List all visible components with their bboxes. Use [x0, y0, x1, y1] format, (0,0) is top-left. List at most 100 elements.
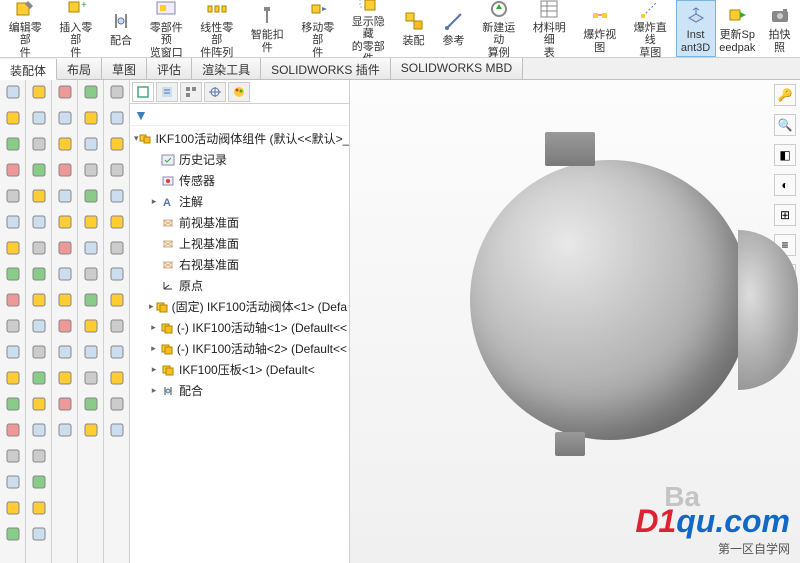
- color-icon[interactable]: ◐: [774, 174, 796, 196]
- tool-icon[interactable]: [81, 342, 101, 362]
- appearance-tab-icon[interactable]: [228, 82, 250, 102]
- tool-icon[interactable]: [81, 238, 101, 258]
- tool-icon[interactable]: [107, 316, 127, 336]
- tree-item[interactable]: ▸(-) IKF100活动轴<1> (Default<<: [130, 317, 349, 338]
- ribbon-explode-line[interactable]: 爆炸直线草图: [625, 0, 676, 57]
- tool-icon[interactable]: [3, 524, 23, 544]
- tree-item[interactable]: 原点: [130, 275, 349, 296]
- tab-渲染工具[interactable]: 渲染工具: [192, 58, 261, 79]
- tool-icon[interactable]: [29, 394, 49, 414]
- ribbon-speedpak[interactable]: 更新Speedpak: [716, 0, 760, 57]
- tree-item[interactable]: ▸(固定) IKF100活动阀体<1> (Defa: [130, 296, 349, 317]
- ribbon-assembly[interactable]: 装配: [394, 0, 434, 57]
- tool-icon[interactable]: [107, 264, 127, 284]
- ribbon-fastener[interactable]: 智能扣件: [242, 0, 293, 57]
- tree-item[interactable]: ▸IKF100压板<1> (Default<: [130, 359, 349, 380]
- tree-item[interactable]: 右视基准面: [130, 254, 349, 275]
- key-icon[interactable]: 🔑: [774, 84, 796, 106]
- tool-icon[interactable]: [81, 186, 101, 206]
- tree-item[interactable]: 前视基准面: [130, 212, 349, 233]
- tool-icon[interactable]: [107, 290, 127, 310]
- tool-icon[interactable]: [81, 82, 101, 102]
- expand-icon[interactable]: ▸: [148, 364, 160, 375]
- tree-item[interactable]: 历史记录: [130, 149, 349, 170]
- tool-icon[interactable]: [3, 82, 23, 102]
- tool-icon[interactable]: [29, 290, 49, 310]
- ribbon-preview[interactable]: 零部件预览窗口: [141, 0, 192, 57]
- tool-icon[interactable]: [29, 342, 49, 362]
- tool-icon[interactable]: [55, 316, 75, 336]
- ribbon-motion[interactable]: 新建运动算例: [474, 0, 525, 57]
- tool-icon[interactable]: [3, 394, 23, 414]
- tab-装配体[interactable]: 装配体: [0, 59, 57, 80]
- tool-icon[interactable]: [3, 420, 23, 440]
- tool-icon[interactable]: [55, 368, 75, 388]
- expand-icon[interactable]: ▸: [148, 301, 155, 312]
- tool-icon[interactable]: [29, 134, 49, 154]
- ribbon-show-hidden[interactable]: 显示隐藏的零部件: [343, 0, 394, 57]
- filter-icon[interactable]: ▼: [134, 107, 148, 123]
- tool-icon[interactable]: [81, 264, 101, 284]
- display-tab-icon[interactable]: [204, 82, 226, 102]
- tool-icon[interactable]: [3, 186, 23, 206]
- search-icon[interactable]: 🔍: [774, 114, 796, 136]
- tool-icon[interactable]: [3, 342, 23, 362]
- tool-icon[interactable]: [3, 446, 23, 466]
- ribbon-bom[interactable]: 材料明细表: [524, 0, 575, 57]
- cube-icon[interactable]: ◧: [774, 144, 796, 166]
- 3d-model[interactable]: [470, 160, 750, 440]
- tool-icon[interactable]: [3, 316, 23, 336]
- tree-item[interactable]: 上视基准面: [130, 233, 349, 254]
- ribbon-mate[interactable]: 配合: [101, 0, 141, 57]
- tool-icon[interactable]: [3, 472, 23, 492]
- tool-icon[interactable]: [107, 342, 127, 362]
- tree-root-item[interactable]: ▾ IKF100活动阀体组件 (默认<<默认>_: [130, 128, 349, 149]
- tool-icon[interactable]: [3, 108, 23, 128]
- tool-icon[interactable]: [3, 264, 23, 284]
- expand-icon[interactable]: ▸: [148, 343, 159, 354]
- tab-布局[interactable]: 布局: [57, 58, 102, 79]
- tree-item[interactable]: ▸(-) IKF100活动轴<2> (Default<<: [130, 338, 349, 359]
- tree-item[interactable]: ▸A注解: [130, 191, 349, 212]
- config-tab-icon[interactable]: [180, 82, 202, 102]
- tool-icon[interactable]: [107, 420, 127, 440]
- ribbon-instant3d[interactable]: Instant3D: [676, 0, 716, 57]
- tool-icon[interactable]: [81, 394, 101, 414]
- tool-icon[interactable]: [29, 420, 49, 440]
- tool-icon[interactable]: [107, 368, 127, 388]
- tool-icon[interactable]: [81, 212, 101, 232]
- tool-icon[interactable]: [55, 264, 75, 284]
- tool-icon[interactable]: [55, 238, 75, 258]
- tool-icon[interactable]: [29, 498, 49, 518]
- tool-icon[interactable]: [29, 238, 49, 258]
- tool-icon[interactable]: [81, 316, 101, 336]
- tree-item[interactable]: ▸配合: [130, 380, 349, 401]
- tool-icon[interactable]: [107, 134, 127, 154]
- tool-icon[interactable]: [55, 420, 75, 440]
- tool-icon[interactable]: [107, 212, 127, 232]
- tool-icon[interactable]: [3, 134, 23, 154]
- tool-icon[interactable]: [81, 420, 101, 440]
- expand-icon[interactable]: ▸: [148, 385, 160, 396]
- tool-icon[interactable]: [107, 160, 127, 180]
- expand-icon[interactable]: ▸: [148, 196, 160, 207]
- tool-icon[interactable]: [29, 160, 49, 180]
- tool-icon[interactable]: [107, 186, 127, 206]
- tool-icon[interactable]: [29, 524, 49, 544]
- tool-icon[interactable]: [29, 82, 49, 102]
- tool-icon[interactable]: [81, 108, 101, 128]
- tab-评估[interactable]: 评估: [147, 58, 192, 79]
- ribbon-explode[interactable]: 爆炸视图: [575, 0, 626, 57]
- tool-icon[interactable]: [55, 342, 75, 362]
- tool-icon[interactable]: [55, 82, 75, 102]
- tool-icon[interactable]: [107, 108, 127, 128]
- tool-icon[interactable]: [3, 498, 23, 518]
- tool-icon[interactable]: [55, 290, 75, 310]
- tool-icon[interactable]: [81, 160, 101, 180]
- tool-icon[interactable]: [107, 238, 127, 258]
- ribbon-linear-pattern[interactable]: 线性零部件阵列: [192, 0, 243, 57]
- tab-草图[interactable]: 草图: [102, 58, 147, 79]
- tool-icon[interactable]: [29, 446, 49, 466]
- tree-item[interactable]: 传感器: [130, 170, 349, 191]
- tool-icon[interactable]: [3, 160, 23, 180]
